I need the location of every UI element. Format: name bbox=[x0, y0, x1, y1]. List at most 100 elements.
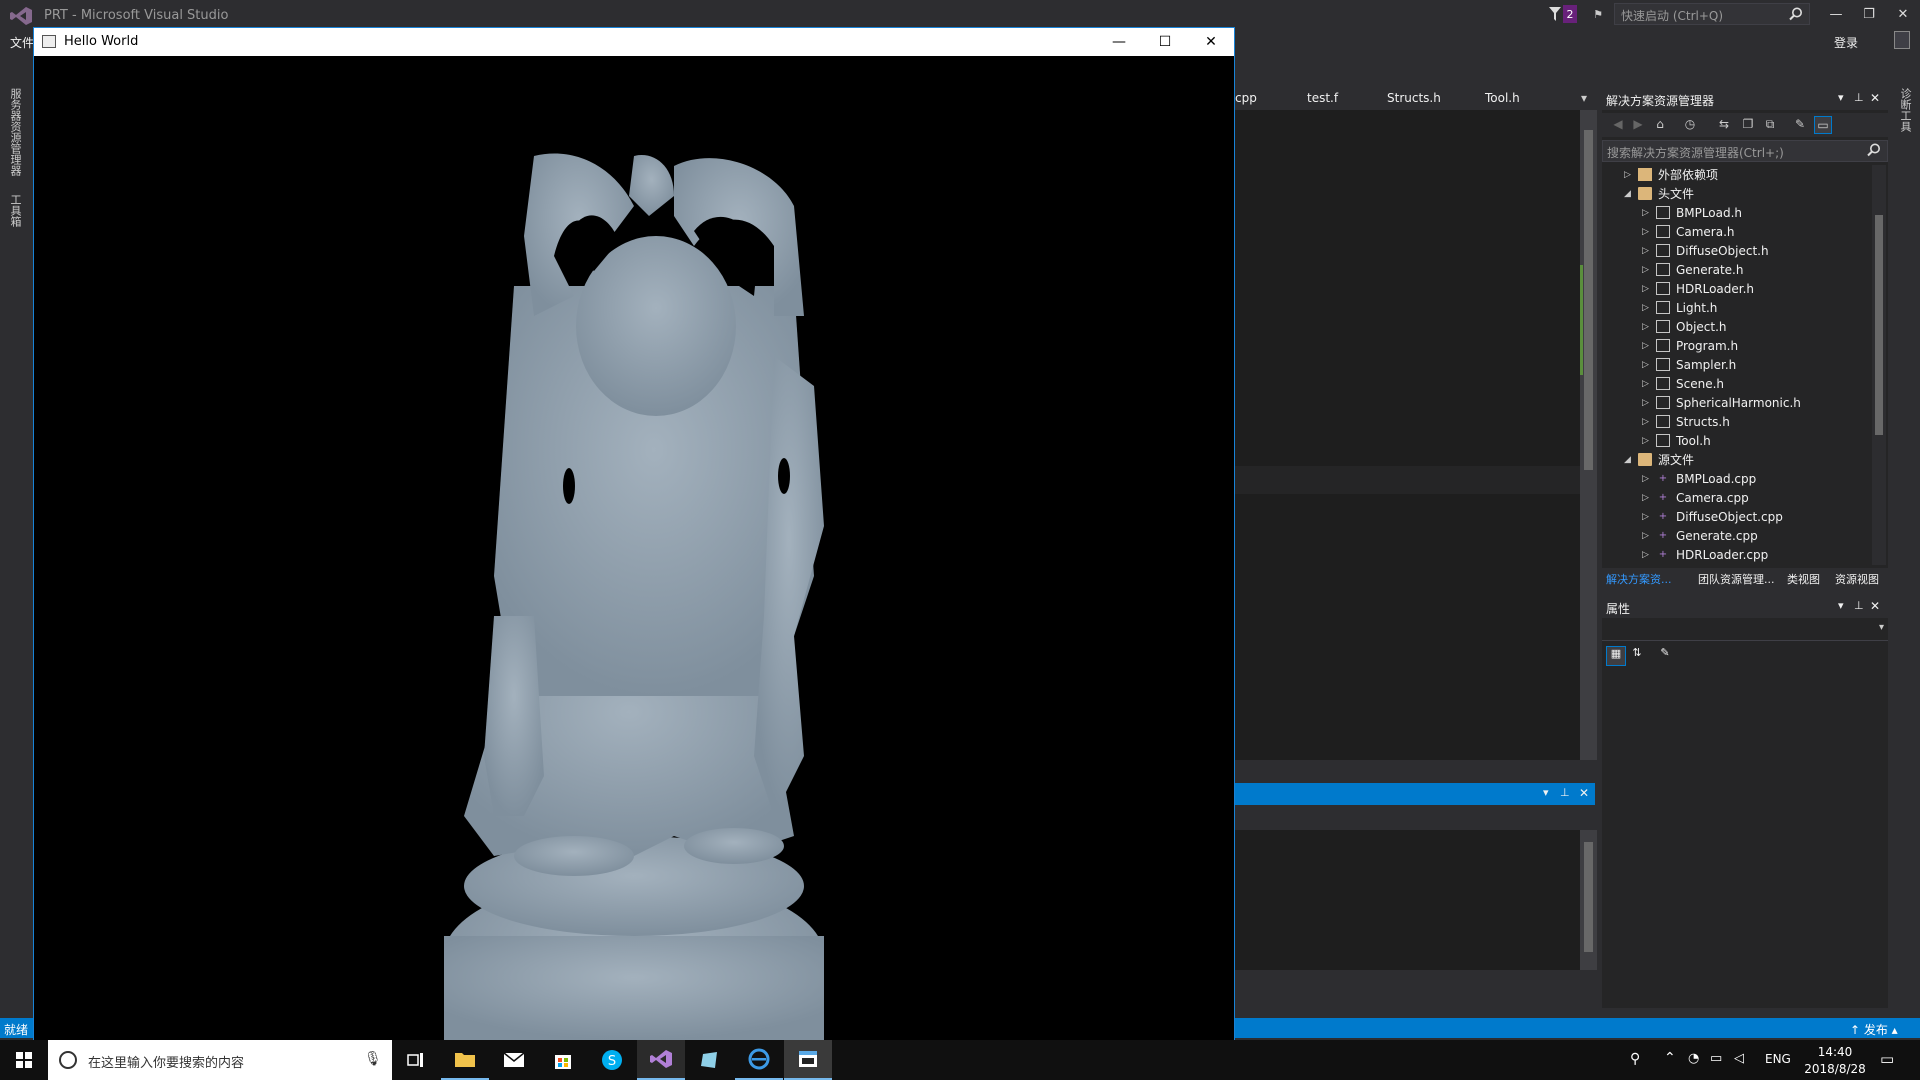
prop-dropdown-icon[interactable]: ▾ bbox=[1838, 599, 1844, 612]
diagnostic-tools-tab[interactable]: 诊断工具 bbox=[1897, 88, 1913, 132]
expand-arrow-icon[interactable]: ▷ bbox=[1642, 379, 1656, 389]
solution-tree-item[interactable]: ▷ + DiffuseObject.cpp bbox=[1642, 507, 1783, 526]
filter-icon[interactable] bbox=[1548, 5, 1562, 23]
history-icon[interactable]: ◷ bbox=[1682, 116, 1698, 132]
skype-icon[interactable]: S bbox=[588, 1040, 636, 1080]
collapse-arrow-icon[interactable]: ◢ bbox=[1624, 189, 1638, 199]
wifi-icon[interactable]: ◔ bbox=[1688, 1051, 1699, 1066]
expand-arrow-icon[interactable]: ▷ bbox=[1642, 493, 1656, 503]
show-hidden-icons-chevron-icon[interactable]: ⌃ bbox=[1664, 1050, 1676, 1066]
task-view-icon[interactable] bbox=[392, 1040, 440, 1080]
editor-horizontal-scrollbar[interactable] bbox=[1235, 760, 1597, 776]
se-close-icon[interactable]: ✕ bbox=[1870, 91, 1880, 105]
mail-icon[interactable] bbox=[490, 1040, 538, 1080]
editor-vertical-scrollbar[interactable] bbox=[1580, 110, 1597, 760]
output-pin-icon[interactable]: ⊥ bbox=[1560, 786, 1570, 799]
render-canvas[interactable] bbox=[34, 56, 1234, 1040]
preview-icon[interactable]: ▭ bbox=[1814, 116, 1832, 134]
app-generic-icon[interactable] bbox=[686, 1040, 734, 1080]
publish-button[interactable]: ↑ 发布 ▴ bbox=[1850, 1021, 1898, 1038]
expand-arrow-icon[interactable]: ▷ bbox=[1642, 246, 1656, 256]
expand-arrow-icon[interactable]: ▷ bbox=[1642, 436, 1656, 446]
forward-icon[interactable]: ▶ bbox=[1630, 116, 1646, 132]
collapse-arrow-icon[interactable]: ◢ bbox=[1624, 455, 1638, 465]
people-icon[interactable]: ⚲ bbox=[1630, 1051, 1640, 1067]
expand-arrow-icon[interactable]: ▷ bbox=[1642, 303, 1656, 313]
start-button[interactable] bbox=[0, 1040, 48, 1080]
minimize-button[interactable]: — bbox=[1096, 28, 1142, 56]
solution-tree-item[interactable]: ▷ SphericalHarmonic.h bbox=[1642, 393, 1801, 412]
clock[interactable]: 14:40 2018/8/28 bbox=[1800, 1044, 1870, 1078]
tab-class-view[interactable]: 类视图 bbox=[1787, 571, 1820, 587]
tab-structs-h[interactable]: Structs.h bbox=[1387, 91, 1441, 105]
solution-tree-item[interactable]: ▷ BMPLoad.h bbox=[1642, 203, 1742, 222]
expand-arrow-icon[interactable]: ▷ bbox=[1642, 360, 1656, 370]
solution-tree-item[interactable]: ◢ 源文件 bbox=[1624, 450, 1694, 469]
menu-file[interactable]: 文件 bbox=[10, 34, 34, 51]
expand-arrow-icon[interactable]: ▷ bbox=[1642, 341, 1656, 351]
solution-tree-item[interactable]: ▷ HDRLoader.h bbox=[1642, 279, 1754, 298]
expand-arrow-icon[interactable]: ▷ bbox=[1642, 208, 1656, 218]
output-vertical-scrollbar[interactable] bbox=[1580, 830, 1597, 970]
file-explorer-icon[interactable] bbox=[441, 1040, 489, 1080]
expand-arrow-icon[interactable]: ▷ bbox=[1642, 550, 1656, 560]
hello-world-taskbar-icon[interactable] bbox=[784, 1040, 832, 1080]
solution-tree-item[interactable]: ▷ Generate.h bbox=[1642, 260, 1743, 279]
maximize-button[interactable]: ☐ bbox=[1142, 28, 1188, 56]
expand-arrow-icon[interactable]: ▷ bbox=[1642, 531, 1656, 541]
sign-in-link[interactable]: 登录 bbox=[1834, 34, 1858, 51]
output-horizontal-scrollbar[interactable] bbox=[1235, 970, 1597, 986]
solution-explorer-search[interactable]: 搜索解决方案资源管理器(Ctrl+;) bbox=[1602, 140, 1888, 162]
visual-studio-taskbar-icon[interactable] bbox=[637, 1040, 685, 1080]
taskbar-search-box[interactable]: 在这里输入你要搜索的内容 🎙 bbox=[48, 1040, 392, 1080]
se-dropdown-icon[interactable]: ▾ bbox=[1838, 91, 1844, 104]
store-icon[interactable] bbox=[539, 1040, 587, 1080]
output-panel[interactable] bbox=[1235, 830, 1580, 970]
microphone-icon[interactable]: 🎙 bbox=[364, 1051, 382, 1067]
se-pin-icon[interactable]: ⊥ bbox=[1854, 91, 1864, 104]
quick-launch-search[interactable]: 快速启动 (Ctrl+Q) bbox=[1614, 3, 1810, 25]
vs-restore-button[interactable]: ❐ bbox=[1855, 4, 1883, 24]
solution-tree-scroll-thumb[interactable] bbox=[1875, 215, 1883, 435]
expand-arrow-icon[interactable]: ▷ bbox=[1642, 398, 1656, 408]
notification-badge[interactable]: 2 bbox=[1563, 5, 1577, 23]
tab-team-explorer[interactable]: 团队资源管理... bbox=[1698, 571, 1775, 587]
solution-tree-item[interactable]: ▷ Object.h bbox=[1642, 317, 1727, 336]
collapse-all-icon[interactable]: ❐ bbox=[1740, 116, 1756, 132]
solution-tree-item[interactable]: ▷ Light.h bbox=[1642, 298, 1717, 317]
categorized-icon[interactable]: ▦ bbox=[1606, 646, 1626, 666]
solution-tree-item[interactable]: ▷ + HDRLoader.cpp bbox=[1642, 545, 1768, 564]
solution-tree-item[interactable]: ▷ + Generate.cpp bbox=[1642, 526, 1758, 545]
output-close-icon[interactable]: ✕ bbox=[1579, 786, 1589, 800]
code-editor[interactable] bbox=[1235, 110, 1580, 760]
solution-tree-item[interactable]: ▷ + BMPLoad.cpp bbox=[1642, 469, 1756, 488]
account-icon[interactable] bbox=[1894, 31, 1910, 49]
input-language[interactable]: ENG bbox=[1765, 1052, 1791, 1066]
expand-arrow-icon[interactable]: ▷ bbox=[1642, 512, 1656, 522]
server-explorer-tab[interactable]: 服务器资源管理器 bbox=[7, 88, 23, 176]
hello-world-title-bar[interactable]: Hello World — ☐ ✕ bbox=[34, 28, 1234, 56]
properties-object-selector[interactable]: ▾ bbox=[1602, 620, 1888, 641]
home-icon[interactable]: ⌂ bbox=[1652, 116, 1668, 132]
vs-close-button[interactable]: ✕ bbox=[1889, 4, 1917, 24]
expand-arrow-icon[interactable]: ▷ bbox=[1642, 417, 1656, 427]
alphabetical-icon[interactable]: ⇅ bbox=[1628, 646, 1646, 664]
expand-arrow-icon[interactable]: ▷ bbox=[1624, 170, 1638, 180]
tab-overflow-icon[interactable]: ▾ bbox=[1581, 91, 1587, 105]
close-button[interactable]: ✕ bbox=[1188, 28, 1234, 56]
solution-tree-item[interactable]: ▷ DiffuseObject.h bbox=[1642, 241, 1769, 260]
solution-tree-item[interactable]: ▷ + Camera.cpp bbox=[1642, 488, 1749, 507]
expand-arrow-icon[interactable]: ▷ bbox=[1642, 284, 1656, 294]
prop-close-icon[interactable]: ✕ bbox=[1870, 599, 1880, 613]
expand-arrow-icon[interactable]: ▷ bbox=[1642, 265, 1656, 275]
expand-arrow-icon[interactable]: ▷ bbox=[1642, 474, 1656, 484]
output-dropdown-icon[interactable]: ▾ bbox=[1543, 786, 1549, 799]
solution-tree-item[interactable]: ▷ Sampler.h bbox=[1642, 355, 1736, 374]
tab-solution-explorer[interactable]: 解决方案资... bbox=[1606, 571, 1672, 587]
action-center-icon[interactable]: ▭ bbox=[1880, 1050, 1894, 1068]
toolbox-tab[interactable]: 工具箱 bbox=[7, 194, 23, 227]
back-icon[interactable]: ◀ bbox=[1610, 116, 1626, 132]
tab-test-f[interactable]: test.f bbox=[1307, 91, 1338, 105]
solution-tree-item[interactable]: ◢ 头文件 bbox=[1624, 184, 1694, 203]
solution-tree-item[interactable]: ▷ Scene.h bbox=[1642, 374, 1724, 393]
